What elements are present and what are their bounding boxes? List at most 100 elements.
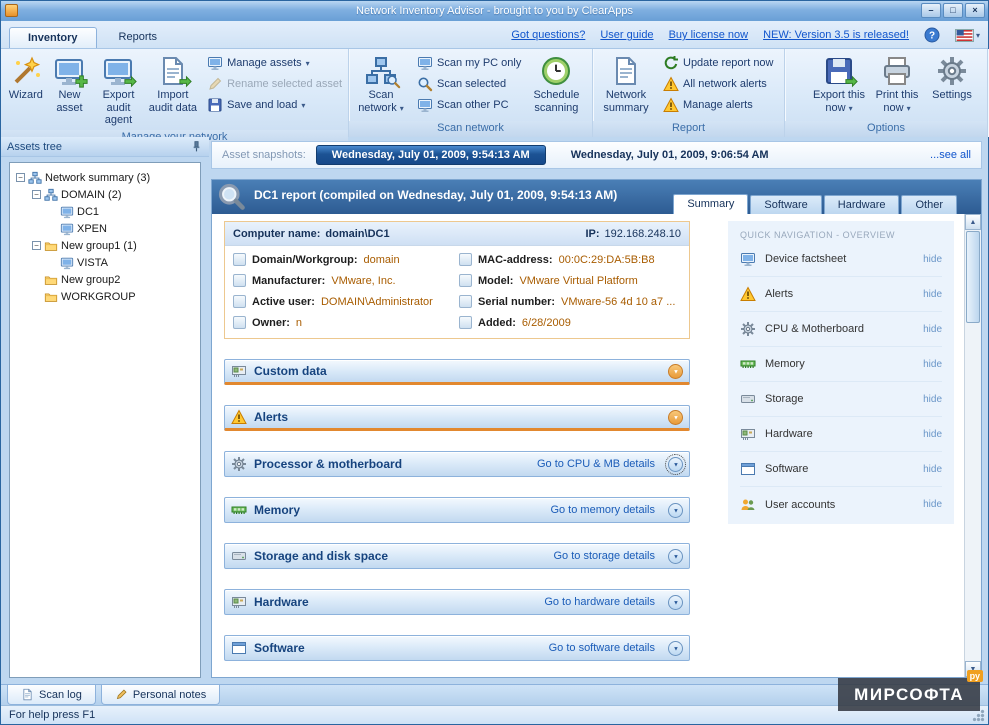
scroll-up-button[interactable] [965, 214, 981, 230]
go-to-hardware-details-link[interactable]: Go to hardware details [544, 596, 655, 608]
quicknav-device-factsheet[interactable]: Device factsheet hide [740, 242, 942, 277]
quicknav-hardware[interactable]: Hardware hide [740, 417, 942, 452]
network-summary-button[interactable]: Network summary [597, 52, 655, 117]
section-storage[interactable]: Storage and disk space Go to storage det… [224, 543, 690, 569]
tree-item-vista[interactable]: VISTA [12, 254, 198, 271]
go-to-storage-details-link[interactable]: Go to storage details [553, 550, 655, 562]
all-network-alerts-button[interactable]: All network alerts [663, 76, 774, 92]
export-audit-agent-button[interactable]: Export audit agent [92, 52, 144, 130]
tab-inventory[interactable]: Inventory [9, 27, 97, 48]
manage-alerts-button[interactable]: Manage alerts [663, 97, 774, 113]
section-memory[interactable]: Memory Go to memory details [224, 497, 690, 523]
snapshot-previous-button[interactable]: Wednesday, July 01, 2009, 9:06:54 AM [556, 146, 784, 164]
magnifier-icon [217, 182, 245, 213]
tab-hardware[interactable]: Hardware [824, 195, 900, 214]
scan-other-pc-button[interactable]: Scan other PC [417, 97, 521, 113]
see-all-link[interactable]: ...see all [930, 149, 971, 161]
manage-assets-button[interactable]: Manage assets [207, 55, 342, 71]
scan-my-pc-button[interactable]: Scan my PC only [417, 55, 521, 71]
quicknav-alerts[interactable]: Alerts hide [740, 277, 942, 312]
rename-icon [207, 76, 223, 92]
watermark-text: МИРСОФТА [854, 685, 964, 705]
expand-cpu-button[interactable] [668, 457, 683, 472]
language-selector[interactable] [955, 29, 980, 42]
section-alerts[interactable]: Alerts [224, 405, 690, 431]
collapse-icon[interactable] [16, 173, 25, 182]
personal-notes-tab[interactable]: Personal notes [101, 685, 220, 705]
section-software[interactable]: Software Go to software details [224, 635, 690, 661]
hide-link[interactable]: hide [923, 429, 942, 440]
hide-link[interactable]: hide [923, 464, 942, 475]
section-hardware[interactable]: Hardware Go to hardware details [224, 589, 690, 615]
export-this-now-button[interactable]: Export this now [811, 52, 867, 117]
quicknav-cpu-motherboard[interactable]: CPU & Motherboard hide [740, 312, 942, 347]
link-buy-license[interactable]: Buy license now [669, 29, 749, 41]
tree-item-xpen[interactable]: XPEN [12, 220, 198, 237]
link-got-questions[interactable]: Got questions? [511, 29, 585, 41]
quicknav-memory[interactable]: Memory hide [740, 347, 942, 382]
tree-item-network-summary[interactable]: Network summary (3) [12, 169, 198, 186]
tab-reports[interactable]: Reports [100, 26, 177, 48]
close-button[interactable] [965, 3, 985, 18]
hide-link[interactable]: hide [923, 289, 942, 300]
tree-item-new-group2[interactable]: New group2 [12, 271, 198, 288]
link-user-guide[interactable]: User guide [600, 29, 653, 41]
expand-storage-button[interactable] [668, 549, 683, 564]
vertical-scrollbar[interactable] [964, 214, 981, 677]
group-label-options: Options [785, 121, 987, 137]
collapse-icon[interactable] [32, 190, 41, 199]
storage-icon [231, 548, 247, 564]
save-and-load-button[interactable]: Save and load [207, 97, 342, 113]
scroll-thumb[interactable] [966, 231, 980, 323]
expand-custom-data-button[interactable] [668, 364, 683, 379]
settings-button[interactable]: Settings [927, 52, 977, 105]
field-mac-address: MAC-address: 00:0C:29:DA:5B:B8 [459, 253, 681, 266]
tab-other[interactable]: Other [901, 195, 957, 214]
tree-item-domain[interactable]: DOMAIN (2) [12, 186, 198, 203]
quicknav-software[interactable]: Software hide [740, 452, 942, 487]
computer-icon [60, 205, 74, 219]
update-report-now-button[interactable]: Update report now [663, 55, 774, 71]
section-custom-data[interactable]: Custom data [224, 359, 690, 385]
chevron-down-icon [301, 99, 305, 111]
hide-link[interactable]: hide [923, 324, 942, 335]
section-processor-motherboard[interactable]: Processor & motherboard Go to CPU & MB d… [224, 451, 690, 477]
schedule-scanning-button[interactable]: Schedule scanning [525, 52, 587, 117]
hide-link[interactable]: hide [923, 359, 942, 370]
tree-item-dc1[interactable]: DC1 [12, 203, 198, 220]
link-new-version[interactable]: NEW: Version 3.5 is released! [763, 29, 909, 41]
quicknav-storage[interactable]: Storage hide [740, 382, 942, 417]
scan-selected-button[interactable]: Scan selected [417, 76, 521, 92]
expand-hardware-button[interactable] [668, 595, 683, 610]
scan-network-button[interactable]: Scan network [353, 52, 409, 117]
pin-icon[interactable] [190, 140, 203, 153]
tab-software[interactable]: Software [750, 195, 821, 214]
new-asset-button[interactable]: New asset [49, 52, 91, 117]
help-icon[interactable] [924, 27, 940, 43]
hide-link[interactable]: hide [923, 499, 942, 510]
expand-alerts-button[interactable] [668, 410, 683, 425]
hide-link[interactable]: hide [923, 254, 942, 265]
report-panel: DC1 report (compiled on Wednesday, July … [211, 179, 982, 678]
tree-item-new-group1[interactable]: New group1 (1) [12, 237, 198, 254]
minimize-button[interactable] [921, 3, 941, 18]
wizard-button[interactable]: Wizard [5, 52, 47, 105]
go-to-cpu-details-link[interactable]: Go to CPU & MB details [537, 458, 655, 470]
tab-summary[interactable]: Summary [673, 194, 748, 214]
tree-item-workgroup[interactable]: WORKGROUP [12, 288, 198, 305]
computer-name-label: Computer name: [233, 228, 320, 240]
go-to-software-details-link[interactable]: Go to software details [549, 642, 655, 654]
rename-selected-asset-button[interactable]: Rename selected asset [207, 76, 342, 92]
scan-log-tab[interactable]: Scan log [7, 685, 96, 705]
import-audit-data-button[interactable]: Import audit data [147, 52, 199, 117]
expand-memory-button[interactable] [668, 503, 683, 518]
expand-software-button[interactable] [668, 641, 683, 656]
maximize-button[interactable] [943, 3, 963, 18]
go-to-memory-details-link[interactable]: Go to memory details [550, 504, 655, 516]
quicknav-user-accounts[interactable]: User accounts hide [740, 487, 942, 522]
collapse-icon[interactable] [32, 241, 41, 250]
hide-link[interactable]: hide [923, 394, 942, 405]
export-audit-agent-icon [102, 55, 134, 87]
print-this-now-button[interactable]: Print this now [869, 52, 925, 117]
snapshot-current-button[interactable]: Wednesday, July 01, 2009, 9:54:13 AM [316, 145, 546, 165]
